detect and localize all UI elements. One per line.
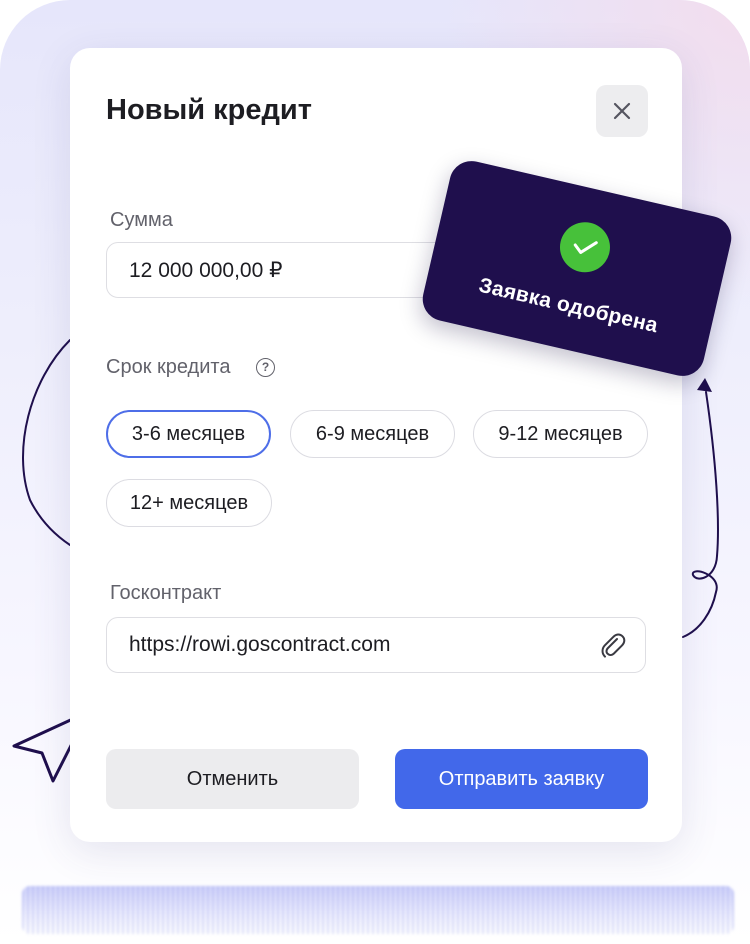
amount-label: Сумма <box>110 209 173 231</box>
term-option-12-plus[interactable]: 12+ месяцев <box>106 479 272 527</box>
modal-title: Новый кредит <box>106 94 312 126</box>
bottom-shadow-decoration <box>22 886 734 934</box>
close-button[interactable] <box>596 85 648 137</box>
paperclip-icon[interactable] <box>599 631 627 661</box>
contract-value: https://rowi.goscontract.com <box>129 633 391 656</box>
term-option-9-12[interactable]: 9-12 месяцев <box>473 410 648 458</box>
question-circle-icon[interactable]: ? <box>256 358 275 377</box>
new-credit-modal: Новый кредит Сумма 12 000 000,00 ₽ Срок … <box>70 48 682 842</box>
term-option-6-9[interactable]: 6-9 месяцев <box>290 410 455 458</box>
term-option-3-6[interactable]: 3-6 месяцев <box>106 410 271 458</box>
submit-application-button[interactable]: Отправить заявку <box>395 749 648 809</box>
term-label: Срок кредита <box>106 356 231 378</box>
cancel-button[interactable]: Отменить <box>106 749 359 809</box>
close-icon <box>613 102 631 120</box>
amount-value: 12 000 000,00 ₽ <box>129 258 283 282</box>
contract-label: Госконтракт <box>110 582 222 604</box>
contract-field[interactable]: https://rowi.goscontract.com <box>106 617 646 673</box>
check-circle-icon <box>555 217 615 278</box>
